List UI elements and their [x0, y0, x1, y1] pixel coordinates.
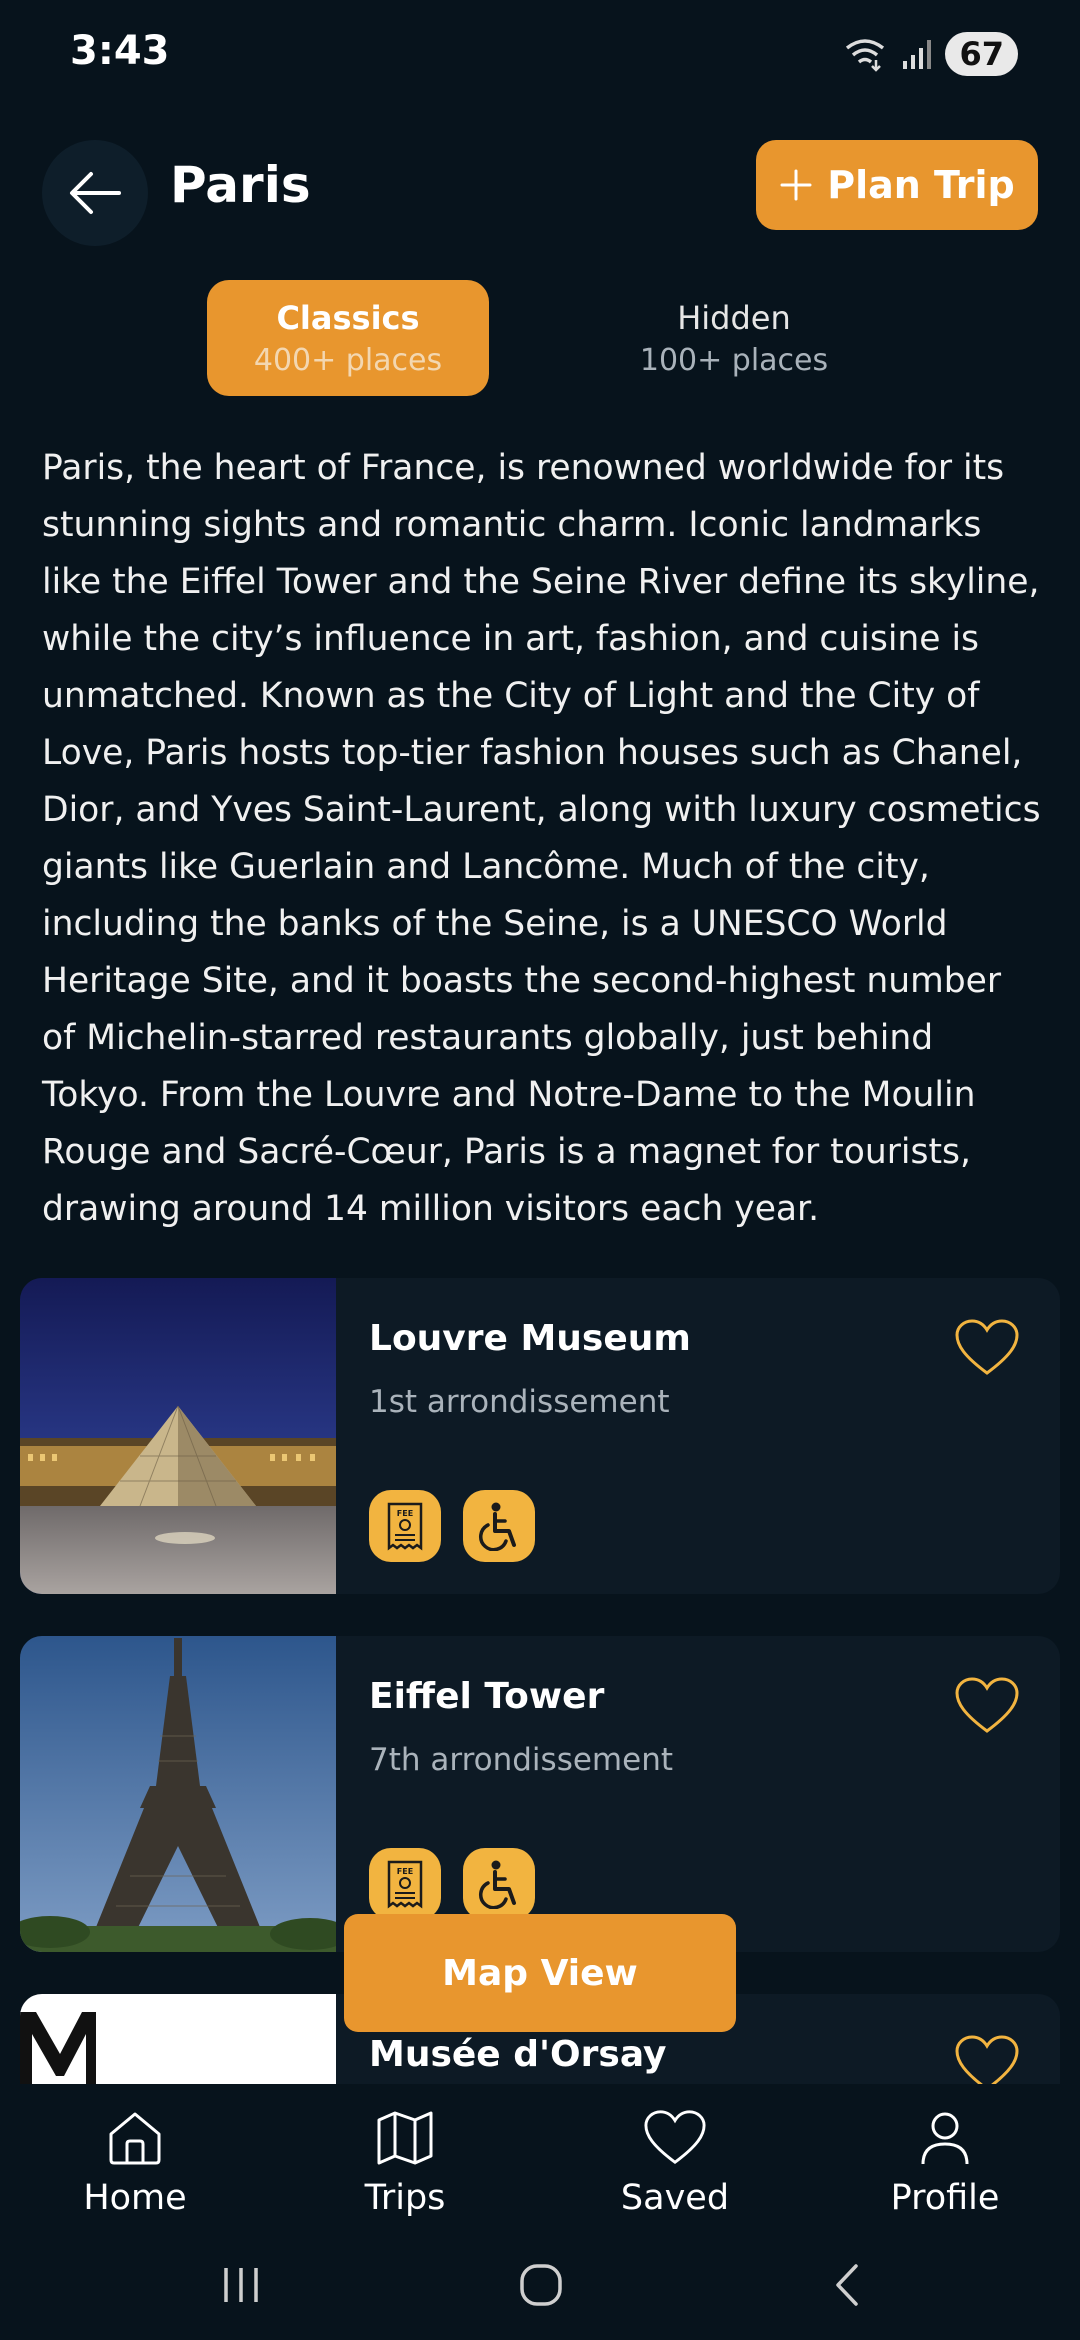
system-nav-bar: [0, 2240, 1080, 2340]
place-area: 7th arrondissement: [369, 1742, 673, 1778]
status-icons: 67: [843, 32, 1018, 76]
tab-label: Hidden: [677, 298, 791, 337]
back-nav-icon[interactable]: [826, 2262, 872, 2308]
place-card-eiffel[interactable]: Eiffel Tower 7th arrondissement FEE: [20, 1636, 1060, 1952]
svg-text:FEE: FEE: [397, 1509, 413, 1518]
wheelchair-icon: [479, 1860, 516, 1909]
tab-classics[interactable]: Classics 400+ places: [207, 280, 489, 396]
wifi-icon: [846, 39, 885, 72]
place-name: Eiffel Tower: [369, 1676, 605, 1717]
signal-icon: [903, 40, 932, 69]
plus-icon: [780, 169, 812, 201]
tab-count: 400+ places: [253, 342, 443, 378]
heart-icon[interactable]: [954, 1318, 1020, 1378]
ticket-fee-icon: FEE: [387, 1502, 423, 1551]
home-button-icon[interactable]: [518, 2262, 564, 2308]
nav-trips[interactable]: Trips: [270, 2084, 540, 2240]
recent-apps-icon[interactable]: [218, 2262, 264, 2308]
heart-icon[interactable]: [954, 1676, 1020, 1736]
battery-indicator: 67: [945, 32, 1018, 76]
badges: FEE: [369, 1490, 535, 1562]
plan-trip-label: Plan Trip: [827, 163, 1015, 207]
heart-icon: [644, 2110, 706, 2165]
ticket-fee-icon: FEE: [387, 1860, 423, 1909]
nav-label: Home: [83, 2178, 187, 2218]
back-button[interactable]: [42, 140, 148, 246]
svg-text:FEE: FEE: [397, 1867, 413, 1876]
tab-label: Classics: [276, 298, 420, 337]
header: Paris Plan Trip: [0, 140, 1080, 270]
nav-saved[interactable]: Saved: [540, 2084, 810, 2240]
orsay-photo: [20, 1994, 336, 2084]
nav-home[interactable]: Home: [0, 2084, 270, 2240]
nav-label: Profile: [890, 2178, 1000, 2218]
status-time: 3:43: [70, 28, 170, 74]
nav-label: Saved: [620, 2178, 730, 2218]
badges: FEE: [369, 1848, 535, 1920]
heart-icon[interactable]: [954, 2034, 1020, 2084]
user-icon: [921, 2112, 969, 2165]
accessible-badge: [463, 1490, 535, 1562]
accessible-badge: [463, 1848, 535, 1920]
tab-hidden[interactable]: Hidden 100+ places: [593, 280, 875, 396]
page-title: Paris: [170, 156, 311, 214]
city-description: Paris, the heart of France, is renowned …: [42, 448, 1041, 1229]
place-card-louvre[interactable]: Louvre Museum 1st arrondissement FEE: [20, 1278, 1060, 1594]
nav-label: Trips: [364, 2178, 446, 2218]
eiffel-tower-photo: [20, 1636, 336, 1952]
wheelchair-icon: [479, 1502, 516, 1551]
tab-count: 100+ places: [639, 342, 829, 378]
arrow-left-icon: [70, 172, 121, 214]
home-icon: [109, 2112, 161, 2165]
nav-profile[interactable]: Profile: [810, 2084, 1080, 2240]
status-bar: 3:43 67: [0, 0, 1080, 110]
plan-trip-button[interactable]: Plan Trip: [756, 140, 1038, 230]
place-name: Musée d'Orsay: [369, 2034, 667, 2075]
map-icon: [377, 2111, 433, 2165]
place-area: 1st arrondissement: [369, 1384, 670, 1420]
louvre-photo: [20, 1278, 336, 1594]
category-tabs: Classics 400+ places Hidden 100+ places: [0, 280, 1080, 398]
fee-badge: FEE: [369, 1490, 441, 1562]
map-view-button[interactable]: Map View: [344, 1914, 736, 2032]
fee-badge: FEE: [369, 1848, 441, 1920]
bottom-nav: Home Trips Saved Profile: [0, 2084, 1080, 2240]
place-name: Louvre Museum: [369, 1318, 691, 1359]
